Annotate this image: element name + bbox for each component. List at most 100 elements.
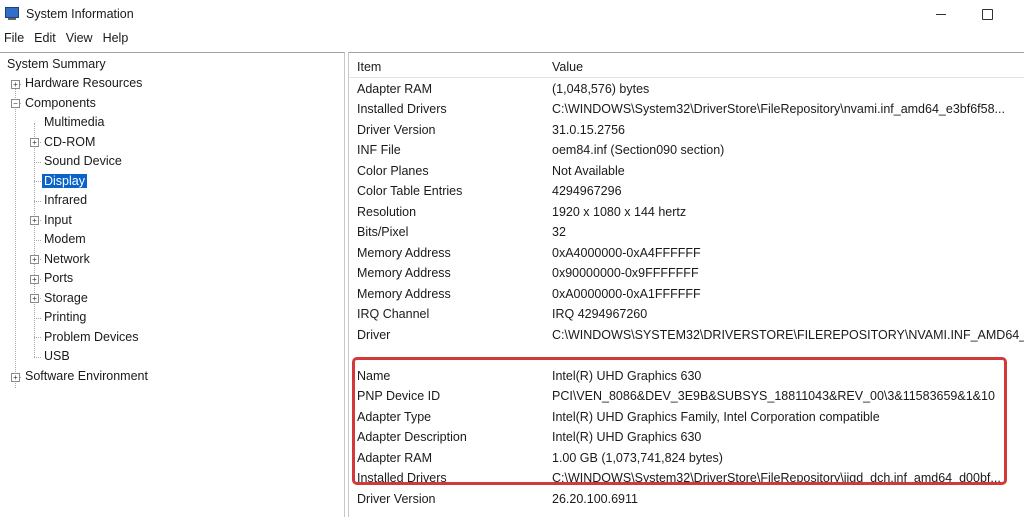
row-value: C:\WINDOWS\System32\DriverStore\FileRepo… (552, 102, 1005, 116)
header-divider (349, 77, 1024, 78)
row-value: (1,048,576) bytes (552, 82, 650, 96)
expand-icon[interactable]: + (11, 373, 20, 382)
row-value: Intel(R) UHD Graphics Family, Intel Corp… (552, 410, 880, 424)
tree-item-display[interactable]: Display (42, 172, 87, 191)
row-value: 1920 x 1080 x 144 hertz (552, 205, 687, 219)
tree-line (34, 240, 41, 241)
table-row[interactable]: Adapter Type Intel(R) UHD Graphics Family… (349, 407, 1024, 427)
tree-item-label: Hardware Resources (25, 76, 143, 90)
tree-item-cd-rom[interactable]: CD-ROM (42, 133, 97, 152)
row-item: Adapter Description (357, 430, 467, 444)
row-value: 32 (552, 225, 566, 239)
table-row[interactable]: IRQ Channel IRQ 4294967260 (349, 304, 1024, 324)
menu-bar: File Edit View Help (0, 28, 1024, 48)
tree-item-modem[interactable]: Modem (42, 230, 88, 249)
row-item: Adapter RAM (357, 82, 433, 96)
collapse-icon[interactable]: − (11, 99, 20, 108)
row-item: Bits/Pixel (357, 225, 409, 239)
tree-item-ports[interactable]: Ports (42, 269, 75, 288)
tree-item-printing[interactable]: Printing (42, 308, 88, 327)
tree-item-hardware-resources[interactable]: Hardware Resources (23, 74, 144, 93)
tree-item-label: Ports (44, 271, 74, 285)
tree-item-label: System Summary (7, 57, 106, 71)
table-row[interactable]: Memory Address 0xA4000000-0xA4FFFFFF (349, 243, 1024, 263)
table-row[interactable]: Bits/Pixel 32 (349, 222, 1024, 242)
tree-item-label: CD-ROM (44, 135, 96, 149)
table-row[interactable]: Driver Version 31.0.15.2756 (349, 120, 1024, 140)
table-row[interactable]: Color Planes Not Available (349, 161, 1024, 181)
row-item: Driver Version (357, 123, 436, 137)
tree-item-label: Display (42, 174, 87, 188)
row-value: IRQ 4294967260 (552, 307, 648, 321)
tree-line (34, 181, 41, 182)
tree-line (34, 337, 41, 338)
table-row[interactable]: Resolution 1920 x 1080 x 144 hertz (349, 202, 1024, 222)
table-row[interactable]: INF File oem84.inf (Section090 section) (349, 140, 1024, 160)
column-header-value[interactable]: Value (552, 57, 583, 77)
tree-item-system-summary[interactable]: System Summary (5, 55, 108, 74)
tree-item-label: Modem (44, 232, 86, 246)
row-value: 0xA4000000-0xA4FFFFFF (552, 246, 701, 260)
tree-item-multimedia[interactable]: Multimedia (42, 113, 106, 132)
column-header-item[interactable]: Item (357, 57, 381, 77)
tree-item-label: Network (44, 252, 90, 266)
expand-icon[interactable]: + (30, 138, 39, 147)
table-row[interactable]: Memory Address 0x90000000-0x9FFFFFFF (349, 263, 1024, 283)
row-item: Color Planes (357, 164, 429, 178)
tree-item-problem-devices[interactable]: Problem Devices (42, 328, 140, 347)
table-row[interactable]: Name Intel(R) UHD Graphics 630 (349, 366, 1024, 386)
expand-icon[interactable]: + (30, 294, 39, 303)
table-row[interactable]: Driver C:\WINDOWS\SYSTEM32\DRIVERSTORE\FI… (349, 325, 1024, 345)
row-item: Adapter Type (357, 410, 432, 424)
tree-item-label: Sound Device (44, 154, 122, 168)
maximize-icon (981, 8, 993, 20)
row-item: INF File (357, 143, 401, 157)
row-item: Driver (357, 328, 391, 342)
row-value: C:\WINDOWS\System32\DriverStore\FileRepo… (552, 471, 1001, 485)
row-value: 1.00 GB (1,073,741,824 bytes) (552, 451, 723, 465)
tree-item-components[interactable]: Components (23, 94, 98, 113)
row-value: 4294967296 (552, 184, 622, 198)
table-row[interactable]: Adapter Description Intel(R) UHD Graphics… (349, 427, 1024, 447)
tree-item-software-environment[interactable]: Software Environment (23, 367, 150, 386)
tree-line (34, 162, 41, 163)
table-row[interactable]: Driver Version 26.20.100.6911 (349, 489, 1024, 509)
expand-icon[interactable]: + (30, 275, 39, 284)
minimize-icon (936, 13, 946, 15)
menu-edit[interactable]: Edit (29, 31, 61, 45)
table-row[interactable]: Installed Drivers C:\WINDOWS\System32\Dri… (349, 468, 1024, 488)
row-item: Installed Drivers (357, 471, 447, 485)
expand-icon[interactable]: + (11, 80, 20, 89)
tree-item-label: Infrared (44, 193, 88, 207)
menu-view[interactable]: View (61, 31, 98, 45)
row-value: oem84.inf (Section090 section) (552, 143, 725, 157)
table-row[interactable]: PNP Device ID PCI\VEN_8086&DEV_3E9B&SUBSY… (349, 386, 1024, 406)
table-row[interactable]: Adapter RAM 1.00 GB (1,073,741,824 bytes) (349, 448, 1024, 468)
tree-item-sound-device[interactable]: Sound Device (42, 152, 124, 171)
tree-item-label: Software Environment (25, 369, 148, 383)
table-row[interactable]: Adapter RAM (1,048,576) bytes (349, 79, 1024, 99)
tree-item-network[interactable]: Network (42, 250, 92, 269)
expand-icon[interactable]: + (30, 216, 39, 225)
table-row[interactable]: Color Table Entries 4294967296 (349, 181, 1024, 201)
tree-line (34, 357, 41, 358)
row-item: Color Table Entries (357, 184, 463, 198)
menu-help[interactable]: Help (98, 31, 134, 45)
table-row[interactable]: Memory Address 0xA0000000-0xA1FFFFFF (349, 284, 1024, 304)
table-row[interactable]: Installed Drivers C:\WINDOWS\System32\Dri… (349, 99, 1024, 119)
tree-line (34, 201, 41, 202)
tree-item-input[interactable]: Input (42, 211, 74, 230)
tree-item-usb[interactable]: USB (42, 347, 72, 366)
row-value: PCI\VEN_8086&DEV_3E9B&SUBSYS_18811043&RE… (552, 389, 995, 403)
row-item: Memory Address (357, 246, 451, 260)
maximize-button[interactable] (964, 0, 1010, 28)
tree-item-storage[interactable]: Storage (42, 289, 90, 308)
tree-line (15, 84, 16, 388)
row-item: Resolution (357, 205, 417, 219)
tree-line (34, 318, 41, 319)
tree-item-infrared[interactable]: Infrared (42, 191, 89, 210)
row-item: IRQ Channel (357, 307, 430, 321)
expand-icon[interactable]: + (30, 255, 39, 264)
menu-file[interactable]: File (0, 31, 29, 45)
minimize-button[interactable] (918, 0, 964, 28)
